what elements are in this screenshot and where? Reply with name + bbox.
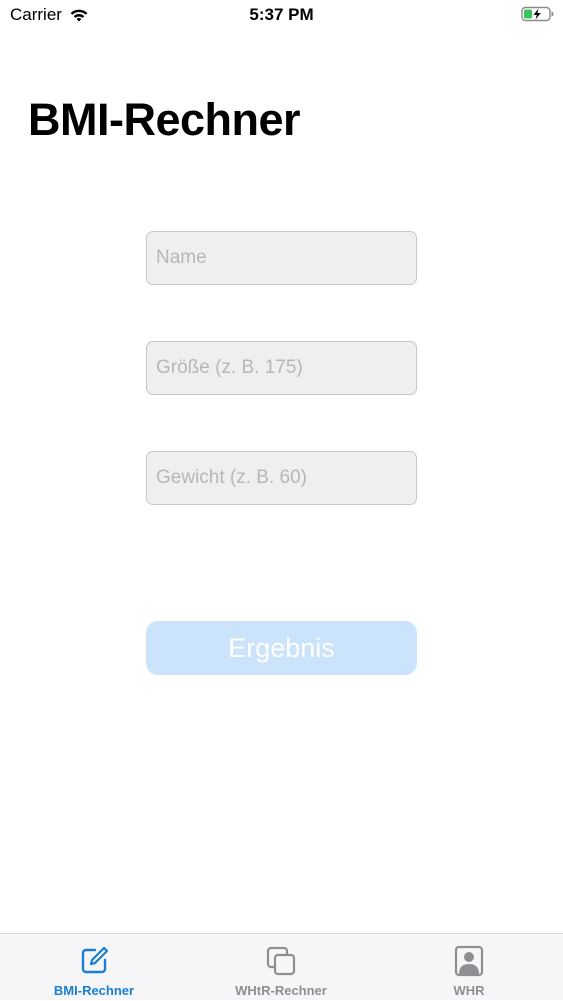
- tab-bmi-rechner[interactable]: BMI-Rechner: [0, 934, 188, 1001]
- tab-label: BMI-Rechner: [53, 983, 135, 998]
- copy-icon: [266, 946, 296, 976]
- weight-field[interactable]: [146, 451, 417, 505]
- tab-bar: BMI-Rechner WHtR-Rechner WHR: [0, 933, 563, 1000]
- tab-label: WHtR-Rechner: [235, 983, 327, 998]
- height-field[interactable]: [146, 341, 417, 395]
- status-time: 5:37 PM: [249, 5, 314, 24]
- status-bar: Carrier 5:37 PM: [0, 0, 563, 30]
- person-icon: [454, 945, 484, 977]
- page-title: BMI-Rechner: [28, 94, 301, 145]
- result-button[interactable]: Ergebnis: [146, 621, 417, 675]
- compose-icon: [81, 946, 109, 974]
- tab-whr[interactable]: WHR: [375, 934, 563, 1001]
- tab-whtr-rechner[interactable]: WHtR-Rechner: [187, 934, 375, 1001]
- name-field[interactable]: [146, 231, 417, 285]
- tab-label: WHR: [453, 983, 485, 998]
- battery-charging-icon: [521, 6, 554, 22]
